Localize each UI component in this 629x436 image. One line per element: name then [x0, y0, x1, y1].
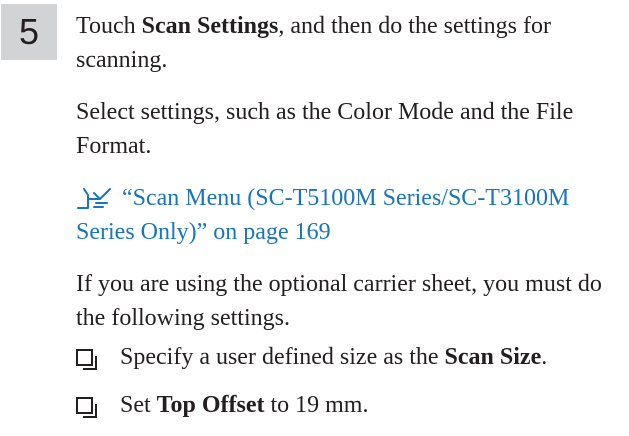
scan-settings-label: Scan Settings — [141, 13, 279, 39]
carrier-sheet-note: If you are using the optional carrier sh… — [76, 271, 602, 331]
list-item: Specify a user defined size as the Scan … — [76, 340, 626, 374]
settings-description: Select settings, such as the Color Mode … — [76, 99, 574, 159]
top-offset-label: Top Offset — [156, 392, 265, 418]
checkbox-bullet-icon — [76, 349, 93, 366]
pointing-hand-icon — [77, 188, 111, 209]
step-number-badge: 5 — [1, 4, 57, 60]
scan-menu-link-text[interactable]: “Scan Menu (SC-T5100M Series/SC-T3100M S… — [76, 185, 569, 245]
step-instruction: Touch Scan Settings, and then do the set… — [76, 13, 551, 73]
settings-checklist: Specify a user defined size as the Scan … — [76, 340, 626, 436]
checkbox-bullet-icon — [76, 397, 93, 414]
list-item: Set Top Offset to 19 mm. — [76, 388, 626, 422]
step-body: Touch Scan Settings, and then do the set… — [76, 0, 626, 335]
scan-menu-reference-link[interactable]: “Scan Menu (SC-T5100M Series/SC-T3100M S… — [76, 181, 626, 249]
scan-size-label: Scan Size — [444, 344, 542, 370]
